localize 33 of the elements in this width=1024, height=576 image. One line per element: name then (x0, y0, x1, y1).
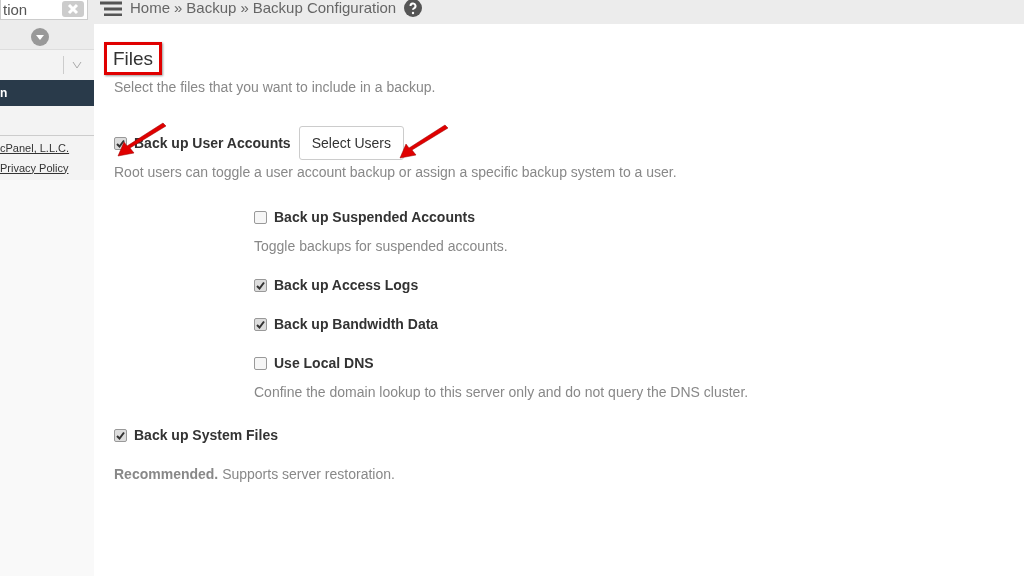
option-description: Recommended. Supports server restoration. (114, 465, 396, 484)
breadcrumb-item: Backup Configuration (252, 0, 397, 18)
section-description: Select the files that you want to include in a backup. (114, 78, 437, 97)
checkbox[interactable] (254, 279, 267, 292)
checkbox[interactable] (254, 357, 267, 370)
checkbox[interactable] (254, 318, 267, 331)
breadcrumb-separator: » (174, 0, 183, 18)
breadcrumb-item[interactable]: Home (130, 0, 170, 20)
section-title: Files (113, 49, 154, 68)
annotation-arrow (116, 122, 168, 158)
search-text: tion (3, 1, 28, 17)
dropdown-icon[interactable] (31, 27, 49, 46)
option-description: Confine the domain lookup to this server only and do not query the DNS cluster. (254, 383, 750, 402)
option-label[interactable]: Back up System Files (134, 425, 278, 446)
footer-link[interactable]: cPanel, L.L.C. (0, 140, 70, 157)
select-users-button[interactable]: Select Users (298, 126, 404, 160)
footer-link[interactable]: Privacy Policy (0, 159, 69, 176)
breadcrumb-item[interactable]: Backup (186, 0, 237, 20)
option-label[interactable]: Back up Suspended Accounts (274, 207, 475, 228)
option-description: Root users can toggle a user account backup or assign a specific backup system to a user. (114, 163, 678, 182)
annotation-arrow (398, 124, 450, 160)
option-label[interactable]: Back up Bandwidth Data (274, 314, 439, 335)
close-icon (67, 3, 79, 15)
checkbox[interactable] (114, 429, 127, 442)
checkbox[interactable] (254, 211, 267, 224)
breadcrumb-separator: » (240, 0, 249, 18)
help-icon[interactable] (404, 0, 423, 17)
search-field[interactable]: tion (0, 0, 88, 20)
menu-icon[interactable] (100, 0, 122, 16)
option-description: Toggle backups for suspended accounts. (254, 237, 509, 256)
sidebar-item[interactable]: n (0, 80, 94, 106)
option-label[interactable]: Back up Access Logs (274, 275, 419, 296)
option-label[interactable]: Use Local DNS (274, 353, 374, 374)
